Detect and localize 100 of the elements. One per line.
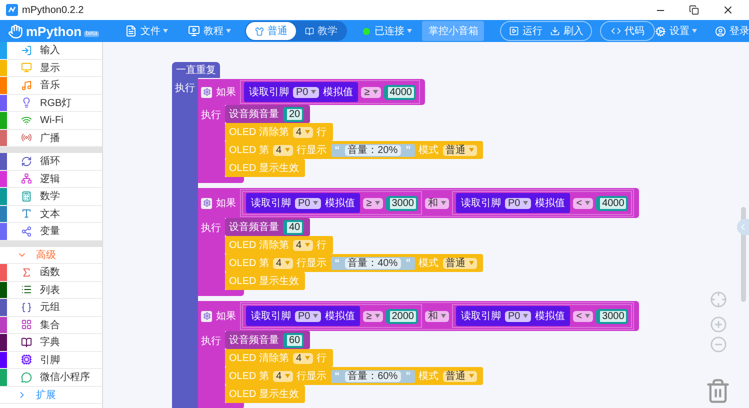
category-item[interactable]: 数学 (0, 188, 102, 206)
block-label: OLED 第 (229, 257, 270, 270)
caret-icon (163, 29, 168, 33)
gear-icon (202, 88, 210, 96)
caret-icon (313, 314, 318, 318)
category-item[interactable]: 循环 (0, 153, 102, 170)
join-dropdown[interactable]: 和 (424, 310, 449, 322)
category-item[interactable]: 逻辑 (0, 170, 102, 188)
mode-dropdown[interactable]: 普通 (442, 258, 477, 268)
gear-button[interactable] (201, 310, 212, 322)
block-label: 如果 (216, 197, 236, 210)
mode-dropdown[interactable]: 普通 (442, 370, 477, 382)
category-item[interactable]: 显示 (0, 60, 102, 77)
category-item[interactable]: 引脚 (0, 352, 102, 369)
pin-dropdown[interactable]: P0 (504, 198, 532, 208)
number-field[interactable]: 20 (283, 106, 304, 122)
category-item[interactable]: Wi-Fi (0, 112, 102, 130)
share-icon (21, 226, 32, 237)
operator-dropdown[interactable]: < (573, 310, 594, 322)
text-field[interactable]: 音量：60% (344, 370, 401, 382)
quote-mark: ” (406, 370, 411, 382)
block-label: OLED 第 (229, 370, 270, 383)
operator-dropdown[interactable]: ≥ (363, 198, 383, 208)
loop-label: 一直重复 (172, 62, 220, 78)
operator-dropdown[interactable]: < (573, 198, 594, 208)
caret-icon (311, 90, 316, 94)
category-item[interactable]: 列表 (0, 282, 102, 299)
category-item[interactable]: 元组 (0, 299, 102, 316)
category-item[interactable]: 字典 (0, 334, 102, 352)
text-field[interactable]: 音量：40% (344, 258, 401, 268)
caret-icon (304, 243, 310, 247)
book-icon (21, 336, 32, 348)
block-label: 行显示 (296, 144, 327, 157)
chat-bubble-icon (21, 372, 32, 383)
pin-dropdown[interactable]: P0 (295, 198, 322, 208)
music-note-icon (21, 80, 32, 91)
document-icon (125, 25, 138, 37)
text-field[interactable]: 音量：20% (344, 144, 401, 156)
lightbulb-icon (21, 97, 32, 108)
block-label: 读取引脚 (251, 310, 291, 323)
window-title: mPython0.2.2 (22, 4, 85, 16)
block-label: 模拟值 (325, 310, 356, 323)
shirt-icon (255, 26, 264, 36)
block-end (198, 403, 244, 408)
pin-dropdown[interactable]: P0 (295, 310, 322, 322)
restore-icon[interactable] (689, 5, 699, 15)
number-field[interactable]: 60 (283, 332, 304, 348)
caret-icon (468, 148, 474, 152)
number-field[interactable]: 3000 (386, 196, 418, 210)
app-icon (6, 4, 18, 16)
caret-icon (304, 356, 310, 360)
gear-button[interactable] (201, 86, 212, 98)
category-item[interactable]: 音乐 (0, 77, 102, 94)
block-label: 行 (316, 352, 327, 365)
list-icon (21, 284, 32, 296)
pin-dropdown[interactable]: P0 (504, 310, 532, 322)
block-label: 行 (316, 126, 327, 139)
hand-icon (8, 24, 23, 38)
quote-mark: ” (406, 144, 411, 156)
category-item[interactable]: 微信小程序 (0, 369, 102, 386)
number-field[interactable]: 4000 (596, 196, 628, 210)
row-dropdown[interactable]: 4 (273, 258, 293, 268)
category-item[interactable]: 文本 (0, 206, 102, 223)
gear-icon (202, 199, 210, 207)
quote-mark: “ (334, 370, 340, 382)
block-label: 设音频音量 (229, 220, 279, 234)
row-dropdown[interactable]: 4 (293, 352, 313, 364)
caret-icon (523, 201, 528, 205)
trash-icon[interactable] (705, 378, 731, 404)
caret-icon (313, 201, 318, 205)
row-dropdown[interactable]: 4 (293, 126, 313, 138)
block-label: OLED 第 (229, 144, 270, 157)
pin-dropdown[interactable]: P0 (293, 86, 320, 98)
caret-icon (304, 130, 310, 134)
category-item[interactable]: RGB灯 (0, 94, 102, 112)
operator-dropdown[interactable]: ≥ (361, 86, 381, 98)
number-field[interactable]: 3000 (596, 308, 628, 324)
close-icon[interactable] (722, 4, 734, 16)
row-dropdown[interactable]: 4 (273, 370, 293, 382)
do-label: 执行 (198, 218, 225, 290)
number-field[interactable]: 4000 (384, 84, 416, 100)
operator-dropdown[interactable]: ≥ (363, 310, 383, 322)
category-item[interactable]: 集合 (0, 316, 102, 334)
mode-tab[interactable]: 教学 (296, 22, 346, 40)
settings-icon (655, 26, 666, 36)
row-dropdown[interactable]: 4 (293, 240, 313, 250)
quote-mark: “ (334, 258, 340, 268)
gear-button[interactable] (201, 198, 212, 208)
block-label: 模式 (418, 144, 439, 157)
text-icon (21, 208, 32, 220)
mode-dropdown[interactable]: 普通 (442, 144, 477, 156)
join-dropdown[interactable]: 和 (424, 198, 449, 208)
block-label: 行显示 (296, 257, 327, 270)
category-item[interactable]: 输入 (0, 42, 102, 60)
user-icon (715, 26, 726, 36)
category-item[interactable]: 函数 (0, 264, 102, 282)
number-field[interactable]: 2000 (386, 308, 418, 324)
number-field[interactable]: 40 (283, 220, 304, 234)
row-dropdown[interactable]: 4 (273, 144, 293, 156)
block-label: 模式 (418, 256, 439, 270)
